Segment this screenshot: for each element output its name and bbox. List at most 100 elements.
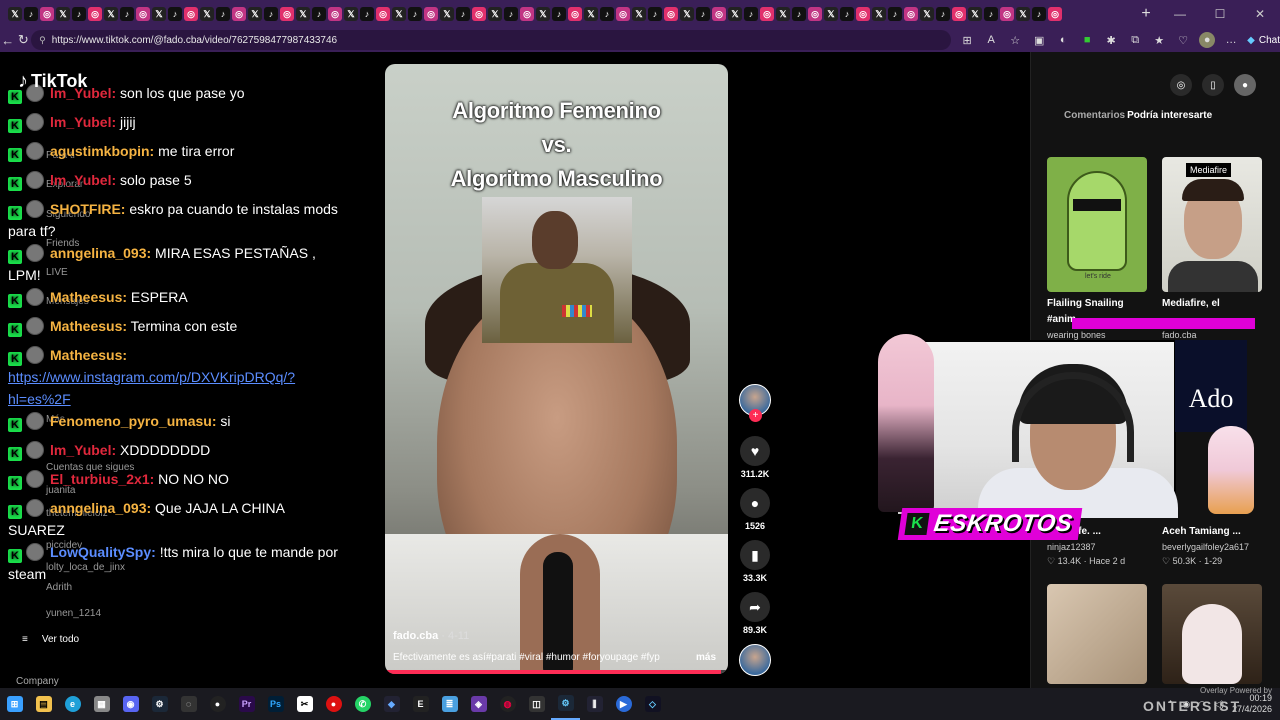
chat-username[interactable]: El_turbius_2x1: xyxy=(50,471,154,487)
browser-tab[interactable]: ♪ xyxy=(984,7,998,21)
user-avatar[interactable]: ● xyxy=(1234,74,1256,96)
maximize-icon[interactable]: ☐ xyxy=(1200,0,1240,28)
browser-tab[interactable]: ◎ xyxy=(88,7,102,21)
sound-avatar[interactable] xyxy=(739,644,771,676)
browser-tab[interactable]: ♪ xyxy=(168,7,182,21)
chat-avatar[interactable] xyxy=(26,317,44,335)
chat-username[interactable]: agustimkbopin: xyxy=(50,143,154,159)
tab-recommended[interactable]: Podría interesarte xyxy=(1127,110,1212,121)
browser-tab[interactable]: ◎ xyxy=(904,7,918,21)
browser-tab[interactable]: 𝕏 xyxy=(392,7,406,21)
browser-tab[interactable]: ♪ xyxy=(888,7,902,21)
chat-avatar[interactable] xyxy=(26,171,44,189)
file-explorer-icon[interactable]: ▤ xyxy=(29,688,58,720)
favorites-icon[interactable]: ★ xyxy=(1151,32,1167,48)
browser-tab[interactable]: ♪ xyxy=(840,7,854,21)
close-icon[interactable]: ✕ xyxy=(1240,0,1280,28)
browser-tab[interactable]: ◎ xyxy=(232,7,246,21)
browser-tab[interactable]: 𝕏 xyxy=(584,7,598,21)
video-author[interactable]: fado.cba · 4-11 xyxy=(393,630,469,642)
edge-icon[interactable]: e xyxy=(58,688,87,720)
chat-avatar[interactable] xyxy=(26,499,44,517)
chat-username[interactable]: lm_Yubel: xyxy=(50,172,116,188)
audio-app-icon[interactable]: ⫼ xyxy=(580,688,609,720)
video-description[interactable]: Efectivamente es así#parati #viral #humo… xyxy=(393,652,693,663)
chat-username[interactable]: Matheesus: xyxy=(50,289,127,305)
browser-tab[interactable]: 𝕏 xyxy=(248,7,262,21)
browser-tab[interactable]: ♪ xyxy=(72,7,86,21)
company-link[interactable]: Company xyxy=(16,676,59,687)
browser-tab[interactable]: ◎ xyxy=(280,7,294,21)
browser-tab[interactable]: 𝕏 xyxy=(296,7,310,21)
browser-tab[interactable]: 𝕏 xyxy=(344,7,358,21)
epic-games-icon[interactable]: E xyxy=(406,688,435,720)
sidebar-item[interactable]: yunen_1214 xyxy=(46,608,101,619)
tab-comments[interactable]: Comentarios xyxy=(1064,110,1125,121)
tiktok-logo[interactable]: ♪ TikTok xyxy=(18,70,87,93)
browser-essentials-icon[interactable]: ♡ xyxy=(1175,32,1191,48)
device-icon[interactable]: ▯ xyxy=(1202,74,1224,96)
chat-username[interactable]: anngelina_093: xyxy=(50,500,151,516)
browser-tab[interactable]: ◎ xyxy=(616,7,630,21)
thumb-1-title[interactable]: Flailing Snailing xyxy=(1047,298,1147,309)
browser-tab[interactable]: ♪ xyxy=(936,7,950,21)
sound-avatar-action[interactable] xyxy=(736,644,774,676)
video-progress-bar[interactable] xyxy=(385,670,728,674)
browser-tab[interactable]: 𝕏 xyxy=(8,7,22,21)
chat-avatar[interactable] xyxy=(26,543,44,561)
video-player[interactable]: Algoritmo Femenino vs. Algoritmo Masculi… xyxy=(385,64,728,674)
app-icon-5[interactable]: ◇ xyxy=(638,688,667,720)
steam-active-icon[interactable]: ⚙ xyxy=(551,688,580,720)
browser-tab[interactable]: ♪ xyxy=(552,7,566,21)
profile-avatar[interactable]: ● xyxy=(1199,32,1216,48)
follow-plus-icon[interactable]: + xyxy=(749,409,762,422)
browser-tab[interactable]: ◎ xyxy=(136,7,150,21)
browser-tab[interactable]: ◎ xyxy=(40,7,54,21)
recommended-thumb-6[interactable] xyxy=(1162,584,1262,684)
chat-avatar[interactable] xyxy=(26,412,44,430)
chat-username[interactable]: LowQualitySpy: xyxy=(50,544,156,560)
browser-tab[interactable]: ♪ xyxy=(24,7,38,21)
app-icon-3[interactable]: ◍ xyxy=(493,688,522,720)
recommended-thumb-2[interactable]: Mediafire xyxy=(1162,157,1262,292)
media-app-icon[interactable]: ▶ xyxy=(609,688,638,720)
chat-username[interactable]: Fenomeno_pyro_umasu: xyxy=(50,413,216,429)
comment-icon[interactable]: ● xyxy=(740,488,770,518)
like-action[interactable]: ♥ 311.2K xyxy=(736,436,774,479)
coins-icon[interactable]: ◎ xyxy=(1170,74,1192,96)
chat-avatar[interactable] xyxy=(26,142,44,160)
chat-username[interactable]: Matheesus: xyxy=(50,318,127,334)
browser-tab[interactable]: ♪ xyxy=(792,7,806,21)
chat-username[interactable]: SHOTFIRE: xyxy=(50,201,125,217)
browser-tab[interactable]: ♪ xyxy=(312,7,326,21)
share-action[interactable]: ➦ 89.3K xyxy=(736,592,774,635)
see-all-link[interactable]: ≡ Ver todo xyxy=(22,634,79,645)
puzzle-icon[interactable]: ✱ xyxy=(1103,32,1119,48)
browser-tab[interactable]: ◎ xyxy=(328,7,342,21)
browser-tab[interactable]: ♪ xyxy=(216,7,230,21)
premiere-icon[interactable]: Pr xyxy=(232,688,261,720)
chat-username[interactable]: Matheesus: xyxy=(50,347,127,363)
browser-tab[interactable]: 𝕏 xyxy=(152,7,166,21)
favorite-star-icon[interactable]: ☆ xyxy=(1007,32,1023,48)
browser-tab[interactable]: ♪ xyxy=(648,7,662,21)
chat-avatar[interactable] xyxy=(26,200,44,218)
record-icon[interactable]: ● xyxy=(319,688,348,720)
url-field[interactable]: ⚲ https://www.tiktok.com/@fado.cba/video… xyxy=(31,30,952,50)
browser-tab[interactable]: 𝕏 xyxy=(824,7,838,21)
chat-username[interactable]: lm_Yubel: xyxy=(50,114,116,130)
browser-tab[interactable]: ◎ xyxy=(520,7,534,21)
browser-tab[interactable]: 𝕏 xyxy=(440,7,454,21)
browser-tab[interactable]: 𝕏 xyxy=(1016,7,1030,21)
chat-avatar[interactable] xyxy=(26,346,44,364)
read-aloud-icon[interactable]: A xyxy=(983,32,999,48)
browser-tab[interactable]: ♪ xyxy=(360,7,374,21)
video-more-link[interactable]: más xyxy=(696,652,716,663)
store-icon[interactable]: ▦ xyxy=(87,688,116,720)
app-icon-1[interactable]: ◌ xyxy=(174,688,203,720)
browser-tab[interactable]: 𝕏 xyxy=(632,7,646,21)
browser-tab[interactable]: 𝕏 xyxy=(728,7,742,21)
comment-action[interactable]: ● 1526 xyxy=(736,488,774,531)
chat-username[interactable]: lm_Yubel: xyxy=(50,442,116,458)
browser-tab[interactable]: ♪ xyxy=(1032,7,1046,21)
